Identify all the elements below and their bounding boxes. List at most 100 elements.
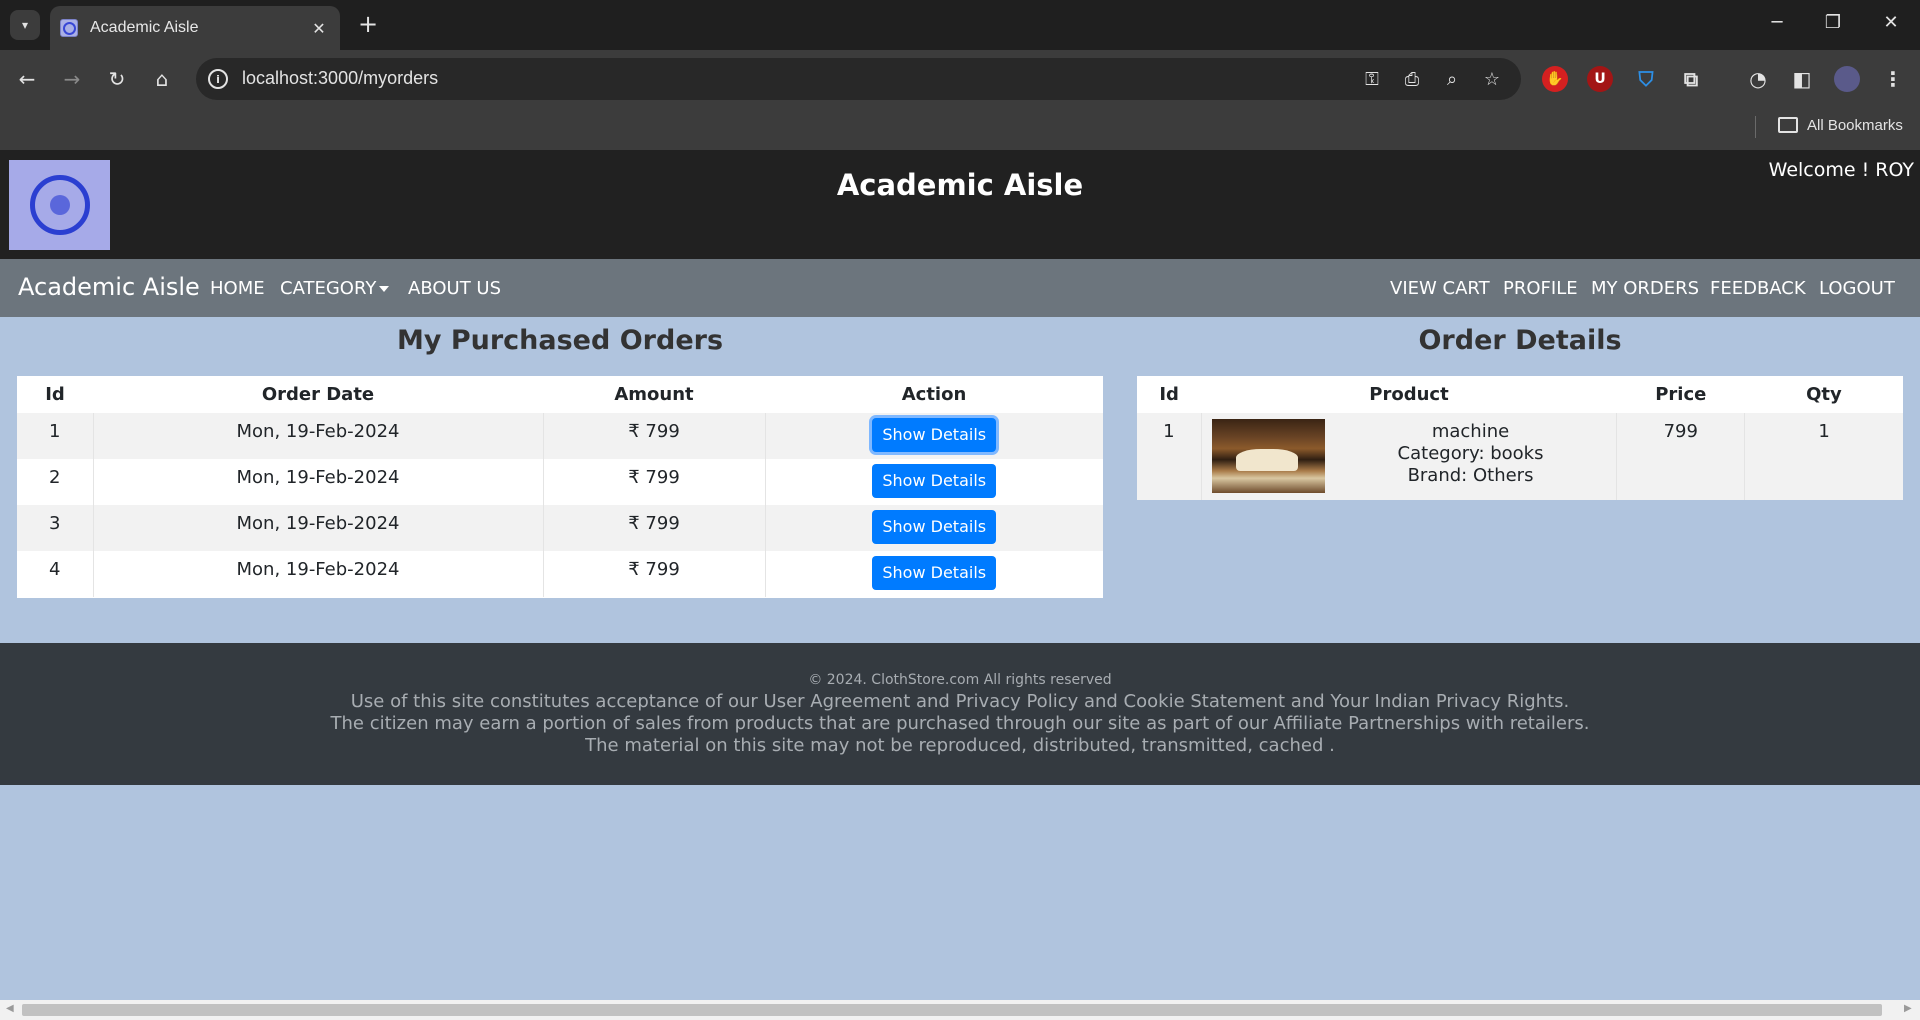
table-row: 3 Mon, 19-Feb-2024 ₹ 799 Show Details bbox=[17, 505, 1103, 551]
navbar-brand[interactable]: Academic Aisle bbox=[18, 273, 200, 301]
bookmarks-bar: All Bookmarks bbox=[0, 108, 1920, 150]
side-panel-icon[interactable]: ◧ bbox=[1789, 66, 1815, 92]
password-key-icon[interactable]: ⚿ bbox=[1359, 67, 1385, 91]
nav-feedback[interactable]: FEEDBACK bbox=[1710, 278, 1806, 299]
details-header-row: Id Product Price Qty bbox=[1137, 376, 1903, 413]
show-details-button[interactable]: Show Details bbox=[872, 510, 997, 544]
zoom-icon[interactable]: ⌕ bbox=[1439, 67, 1465, 91]
bookmark-star-icon[interactable]: ☆ bbox=[1479, 67, 1505, 91]
order-amount: ₹ 799 bbox=[542, 459, 765, 505]
browser-toolbar: ← → ↻ ⌂ i localhost:3000/myorders ⚿ ⎙ ⌕ … bbox=[0, 50, 1920, 108]
reload-icon[interactable]: ↻ bbox=[102, 64, 132, 94]
scrollbar-thumb[interactable] bbox=[22, 1004, 1882, 1016]
orders-table: Id Order Date Amount Action 1 Mon, 19-Fe… bbox=[17, 376, 1103, 597]
scroll-right-icon[interactable]: ▶ bbox=[1904, 1003, 1912, 1014]
site-title: Academic Aisle bbox=[836, 168, 1084, 202]
table-row: 4 Mon, 19-Feb-2024 ₹ 799 Show Details bbox=[17, 551, 1103, 597]
column-header: Qty bbox=[1806, 384, 1842, 405]
product-name: machine bbox=[1431, 421, 1510, 442]
menu-icon[interactable]: ⋮ bbox=[1880, 66, 1906, 92]
url-text[interactable]: localhost:3000/myorders bbox=[242, 68, 438, 89]
order-amount: ₹ 799 bbox=[542, 413, 765, 459]
table-row: 2 Mon, 19-Feb-2024 ₹ 799 Show Details bbox=[17, 459, 1103, 505]
back-icon[interactable]: ← bbox=[12, 64, 42, 94]
action-cell: Show Details bbox=[764, 505, 1103, 551]
browser-tab-bar: ▾ Academic Aisle ✕ + ─ ❐ ✕ bbox=[0, 0, 1920, 50]
nav-about-us[interactable]: ABOUT US bbox=[408, 278, 501, 299]
order-date: Mon, 19-Feb-2024 bbox=[92, 551, 543, 597]
address-bar[interactable]: i localhost:3000/myorders ⚿ ⎙ ⌕ ☆ bbox=[196, 58, 1521, 100]
scroll-left-icon[interactable]: ◀ bbox=[6, 1003, 14, 1014]
footer-line: The material on this site may not be rep… bbox=[585, 735, 1335, 756]
caret-down-icon bbox=[379, 286, 390, 292]
site-footer: © 2024. ClothStore.com All rights reserv… bbox=[0, 643, 1920, 785]
order-details-table: Id Product Price Qty 1 machine Category:… bbox=[1137, 376, 1903, 500]
folder-icon[interactable] bbox=[1778, 117, 1798, 133]
product-price: 799 bbox=[1616, 413, 1745, 500]
column-header: Action bbox=[901, 384, 967, 405]
nav-view-cart[interactable]: VIEW CART bbox=[1390, 278, 1490, 299]
show-details-button[interactable]: Show Details bbox=[872, 418, 997, 452]
all-bookmarks-link[interactable]: All Bookmarks bbox=[1807, 117, 1903, 134]
nav-home[interactable]: HOME bbox=[210, 278, 265, 299]
welcome-text: Welcome ! ROY bbox=[1768, 159, 1914, 181]
footer-line: The citizen may earn a portion of sales … bbox=[330, 713, 1590, 734]
product-qty: 1 bbox=[1744, 413, 1903, 500]
extensions-icon[interactable]: ⧉ bbox=[1678, 66, 1704, 92]
product-image bbox=[1211, 419, 1325, 493]
profile-avatar[interactable] bbox=[1834, 66, 1860, 92]
order-id: 3 bbox=[49, 513, 61, 534]
order-id: 2 bbox=[49, 467, 61, 488]
product-info: machine Category: books Brand: Others bbox=[1325, 413, 1617, 500]
site-info-icon[interactable]: i bbox=[208, 69, 228, 89]
orders-table-panel: Id Order Date Amount Action 1 Mon, 19-Fe… bbox=[17, 376, 1103, 598]
column-header: Price bbox=[1655, 384, 1707, 405]
action-cell: Show Details bbox=[764, 459, 1103, 505]
install-app-icon[interactable]: ⎙ bbox=[1399, 67, 1425, 91]
tab-search-icon[interactable]: ▾ bbox=[10, 10, 40, 40]
restore-icon[interactable]: ❐ bbox=[1818, 12, 1848, 33]
new-tab-icon[interactable]: + bbox=[354, 11, 382, 37]
order-date: Mon, 19-Feb-2024 bbox=[92, 505, 543, 551]
nav-category[interactable]: CATEGORY bbox=[280, 278, 390, 299]
order-date: Mon, 19-Feb-2024 bbox=[92, 413, 543, 459]
table-row: 1 machine Category: books Brand: Others … bbox=[1137, 413, 1903, 500]
nav-category-label: CATEGORY bbox=[280, 278, 377, 299]
product-category: Category: books bbox=[1397, 443, 1544, 464]
horizontal-scrollbar[interactable]: ◀ ▶ bbox=[0, 1000, 1920, 1020]
nav-profile[interactable]: PROFILE bbox=[1503, 278, 1578, 299]
column-header: Id bbox=[1159, 384, 1179, 405]
site-header: Academic Aisle Welcome ! ROY bbox=[0, 150, 1920, 259]
footer-line: Use of this site constitutes acceptance … bbox=[350, 691, 1570, 712]
order-id: 1 bbox=[49, 421, 61, 442]
orders-header-row: Id Order Date Amount Action bbox=[17, 376, 1103, 413]
favicon-icon bbox=[60, 19, 78, 37]
forward-icon[interactable]: → bbox=[57, 64, 87, 94]
order-details-title: Order Details bbox=[1418, 325, 1622, 356]
product-image-cell bbox=[1200, 413, 1325, 500]
column-header: Id bbox=[45, 384, 65, 405]
navbar: Academic Aisle HOME CATEGORY ABOUT US VI… bbox=[0, 259, 1920, 317]
order-amount: ₹ 799 bbox=[542, 551, 765, 597]
order-id: 4 bbox=[49, 559, 61, 580]
ublock-icon[interactable]: U bbox=[1587, 66, 1613, 92]
adblock-icon[interactable]: ✋ bbox=[1542, 66, 1568, 92]
orders-title: My Purchased Orders bbox=[396, 325, 724, 356]
shield-icon[interactable]: ⛉ bbox=[1633, 66, 1659, 92]
browser-tab[interactable]: Academic Aisle ✕ bbox=[50, 6, 340, 50]
order-date: Mon, 19-Feb-2024 bbox=[92, 459, 543, 505]
minimize-icon[interactable]: ─ bbox=[1762, 12, 1792, 33]
window-close-icon[interactable]: ✕ bbox=[1876, 12, 1906, 33]
action-cell: Show Details bbox=[764, 551, 1103, 597]
home-icon[interactable]: ⌂ bbox=[147, 64, 177, 94]
divider bbox=[1755, 116, 1756, 138]
performance-icon[interactable]: ◔ bbox=[1745, 66, 1771, 92]
close-icon[interactable]: ✕ bbox=[308, 19, 330, 38]
tab-title: Academic Aisle bbox=[90, 19, 199, 36]
table-row: 1 Mon, 19-Feb-2024 ₹ 799 Show Details bbox=[17, 413, 1103, 459]
nav-my-orders[interactable]: MY ORDERS bbox=[1591, 278, 1699, 299]
show-details-button[interactable]: Show Details bbox=[872, 556, 997, 590]
nav-logout[interactable]: LOGOUT bbox=[1819, 278, 1895, 299]
column-header: Amount bbox=[614, 384, 694, 405]
show-details-button[interactable]: Show Details bbox=[872, 464, 997, 498]
